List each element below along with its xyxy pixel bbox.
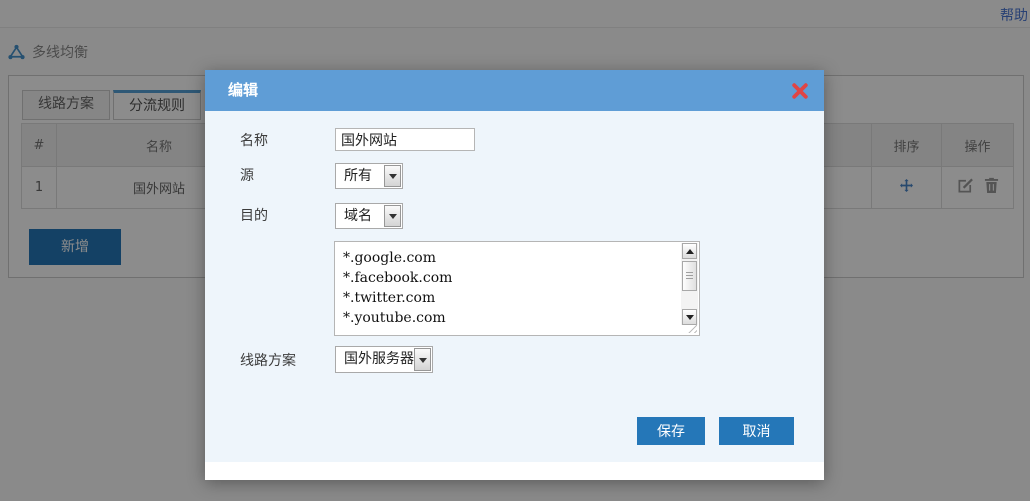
scheme-label: 线路方案	[240, 348, 296, 374]
domains-textarea[interactable]: *.google.com *.facebook.com *.twitter.co…	[334, 241, 700, 336]
edit-modal: 编辑 名称 源 所有 目的 域名 *.google.com *.facebook	[205, 70, 824, 480]
name-input[interactable]	[335, 128, 475, 151]
dest-select[interactable]: 域名	[335, 203, 403, 229]
close-icon[interactable]	[791, 82, 809, 100]
cancel-button[interactable]: 取消	[719, 417, 794, 445]
scrollbar[interactable]	[681, 243, 698, 325]
domains-text: *.google.com *.facebook.com *.twitter.co…	[335, 242, 679, 335]
source-select[interactable]: 所有	[335, 163, 403, 189]
save-button[interactable]: 保存	[637, 417, 705, 445]
scrollbar-thumb[interactable]	[682, 261, 697, 291]
page: 帮助 多线均衡 线路方案 分流规则 # 名称 排序	[0, 0, 1030, 501]
scroll-up-icon[interactable]	[682, 243, 697, 259]
source-label: 源	[240, 163, 254, 189]
chevron-down-icon[interactable]	[384, 205, 401, 227]
modal-title: 编辑	[228, 70, 258, 111]
modal-header: 编辑	[205, 70, 824, 111]
name-label: 名称	[240, 128, 268, 154]
scheme-select[interactable]: 国外服务器	[335, 346, 433, 373]
modal-body: 名称 源 所有 目的 域名 *.google.com *.facebook.co…	[205, 111, 824, 462]
scroll-down-icon[interactable]	[682, 309, 697, 325]
chevron-down-icon[interactable]	[414, 348, 431, 371]
chevron-down-icon[interactable]	[384, 165, 401, 187]
dest-label: 目的	[240, 203, 268, 229]
modal-footer	[205, 462, 824, 480]
